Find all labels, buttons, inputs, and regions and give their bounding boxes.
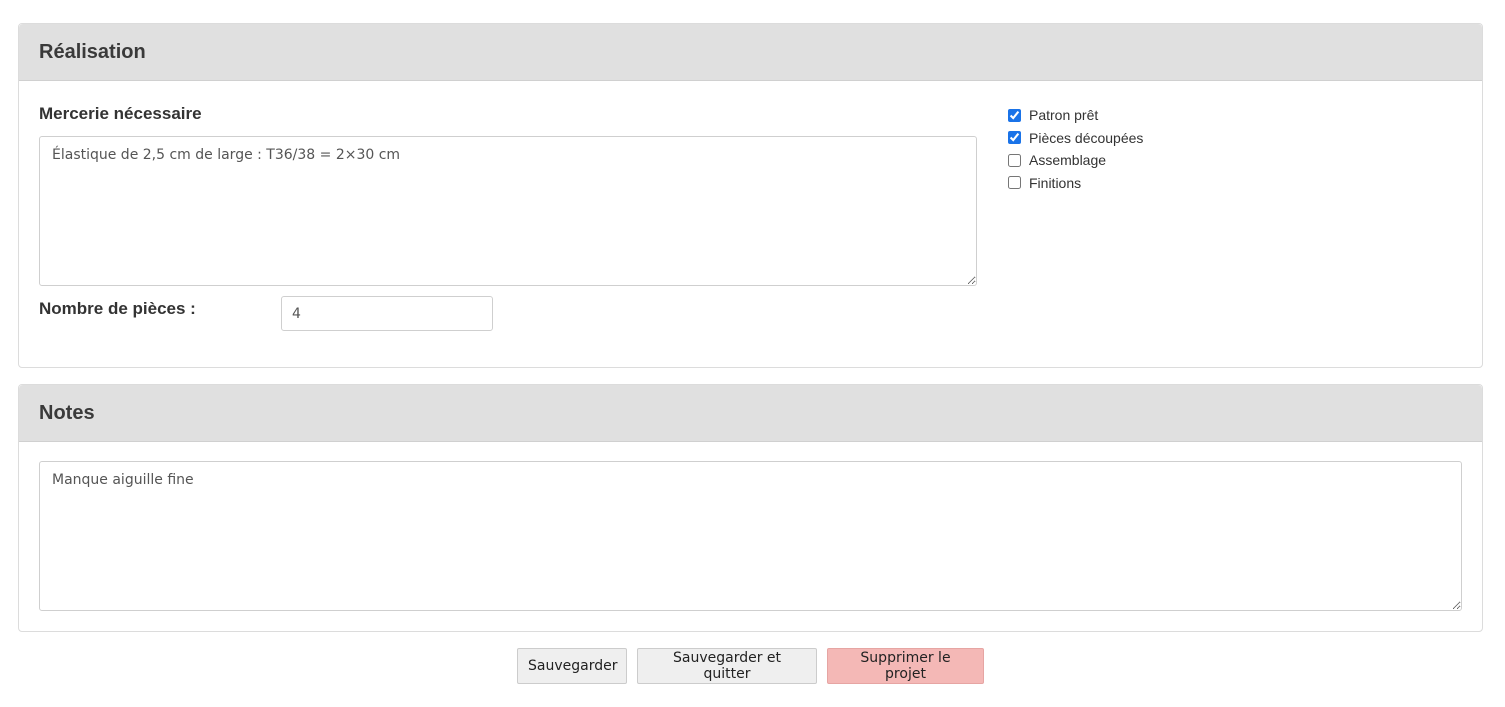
realisation-header: Réalisation — [19, 24, 1482, 81]
pieces-checkbox[interactable] — [1008, 131, 1021, 145]
checklist-item-patron[interactable]: Patron prêt — [1007, 104, 1143, 127]
progress-checklist: Patron prêt Pièces découpées Assemblage … — [1007, 104, 1143, 194]
save-button[interactable]: Sauvegarder — [517, 648, 627, 684]
realisation-title: Réalisation — [39, 41, 146, 63]
mercerie-label: Mercerie nécessaire — [39, 104, 202, 123]
checklist-item-pieces[interactable]: Pièces découpées — [1007, 127, 1143, 150]
checklist-label: Finitions — [1029, 174, 1082, 191]
delete-project-button[interactable]: Supprimer le projet — [827, 648, 984, 684]
assemblage-checkbox[interactable] — [1008, 153, 1021, 167]
checklist-label: Assemblage — [1029, 152, 1107, 169]
notes-title: Notes — [39, 402, 95, 424]
checklist-item-finitions[interactable]: Finitions — [1007, 172, 1143, 195]
checklist-label: Pièces découpées — [1029, 129, 1144, 146]
pieces-input[interactable] — [281, 296, 493, 331]
patron-checkbox[interactable] — [1008, 108, 1021, 122]
notes-textarea[interactable]: Manque aiguille fine — [39, 461, 1462, 611]
realisation-panel: Réalisation Mercerie nécessaire Élastiqu… — [18, 23, 1483, 368]
notes-header: Notes — [19, 385, 1482, 442]
finitions-checkbox[interactable] — [1008, 176, 1021, 190]
save-and-quit-button[interactable]: Sauvegarder et quitter — [637, 648, 817, 684]
notes-panel: Notes Manque aiguille fine — [18, 384, 1483, 632]
checklist-item-assemblage[interactable]: Assemblage — [1007, 149, 1143, 172]
checklist-label: Patron prêt — [1029, 107, 1099, 124]
mercerie-textarea[interactable]: Élastique de 2,5 cm de large : T36/38 = … — [39, 136, 977, 286]
pieces-label: Nombre de pièces : — [39, 299, 196, 318]
